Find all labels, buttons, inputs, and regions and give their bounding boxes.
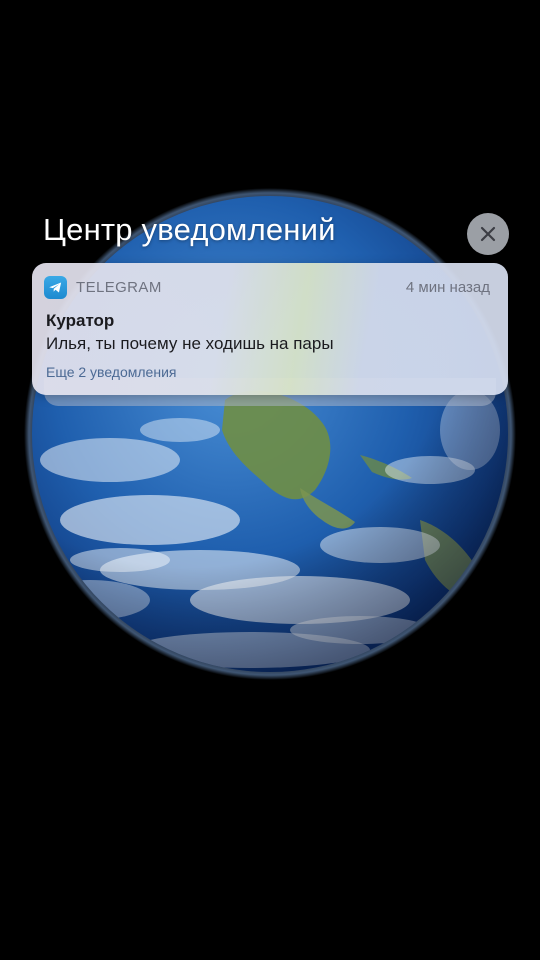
earth-wallpaper: [0, 0, 540, 960]
app-name: TELEGRAM: [76, 279, 162, 296]
notification-message: Илья, ты почему не ходишь на пары: [46, 334, 334, 353]
more-notifications-link[interactable]: Еще 2 уведомления: [46, 364, 176, 380]
telegram-plane-icon: [44, 276, 67, 299]
telegram-notification-card[interactable]: TELEGRAM 4 мин назад Куратор Илья, ты по…: [32, 263, 508, 395]
notification-time: 4 мин назад: [405, 279, 490, 296]
notification-center-screen: Центр уведомлений TELEGRAM 4 мин назад К…: [0, 0, 540, 960]
notification-sender: Куратор: [46, 311, 115, 330]
notification-center-title: Центр уведомлений: [43, 212, 336, 247]
close-button[interactable]: [467, 213, 509, 255]
close-x-icon: [480, 226, 496, 242]
